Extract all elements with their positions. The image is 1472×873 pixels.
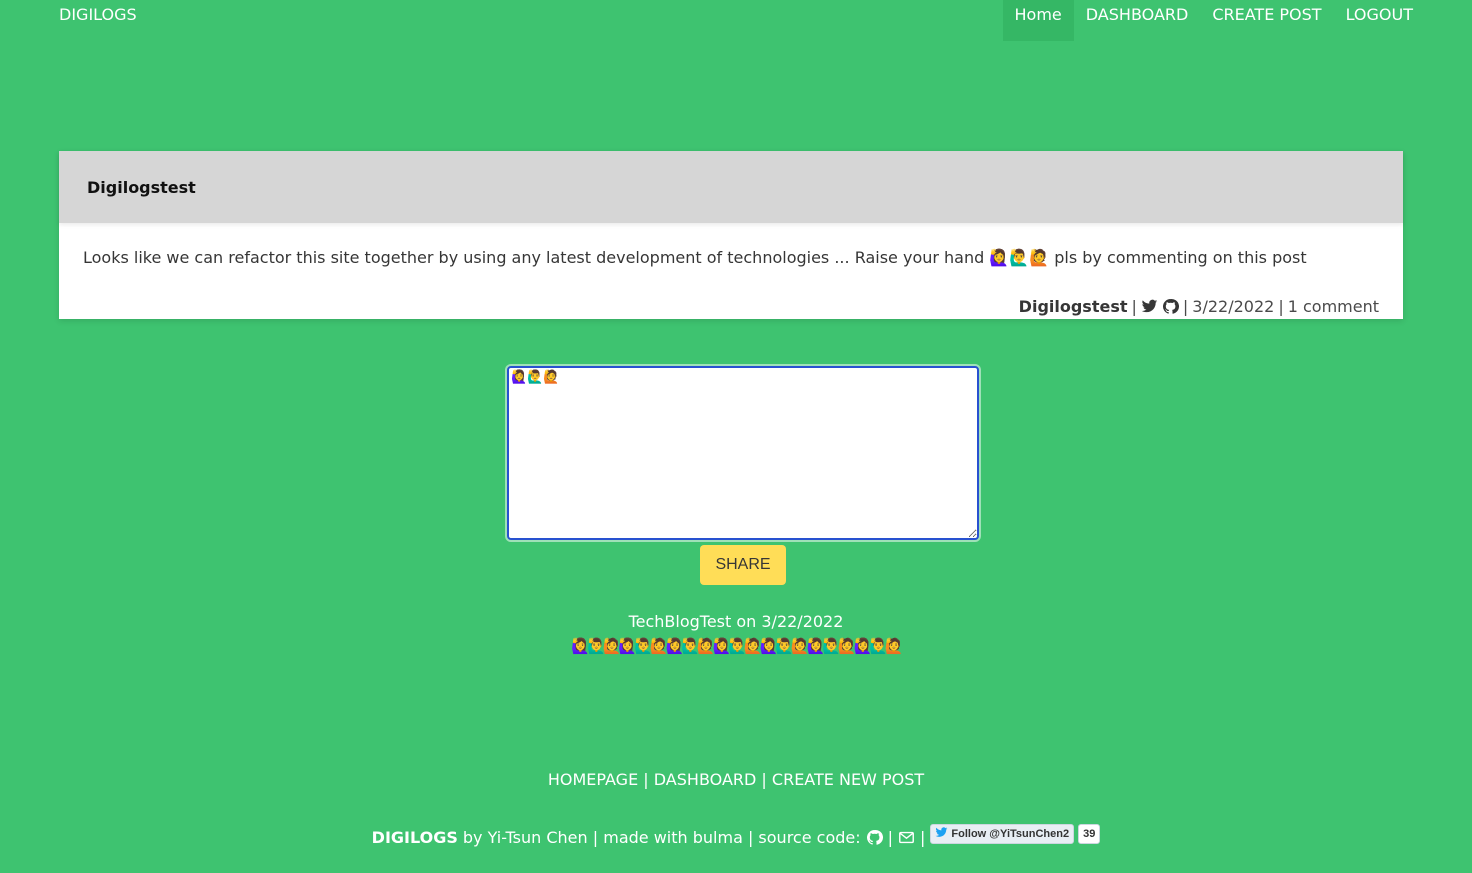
nav-menu: Home DASHBOARD CREATE POST LOGOUT [1002,0,1413,41]
comment-text: 🙋‍♀️🙋‍♂️🙋🙋‍♀️🙋‍♂️🙋🙋‍♀️🙋‍♂️🙋🙋‍♀️🙋‍♂️🙋🙋‍♀️… [571,637,903,655]
github-icon[interactable] [1162,298,1179,315]
follow-label: Follow @YiTsunChen2 [951,827,1070,840]
post-card-header: Digilogstest [59,151,1403,223]
post-date: 3/22/2022 [1192,297,1275,316]
post-meta: Digilogstest | | 3/22/2022 | 1 comment [1019,297,1379,316]
separator: | [920,828,926,847]
post-title: Digilogstest [87,177,196,197]
footer-credit: DIGILOGS by Yi-Tsun Chen | made with bul… [0,823,1472,847]
footer-link-dashboard[interactable]: DASHBOARD [654,770,757,789]
footer-link-homepage[interactable]: HOMEPAGE [548,770,638,789]
footer-links: HOMEPAGE | DASHBOARD | CREATE NEW POST [0,770,1472,789]
twitter-icon [935,826,948,842]
github-icon[interactable] [866,829,883,846]
twitter-icon[interactable] [1141,298,1158,315]
brand-link[interactable]: DIGILOGS [59,5,137,24]
footer-credit-text: by Yi-Tsun Chen | made with bulma | sour… [462,828,861,847]
mail-icon[interactable] [898,829,915,846]
comment-input[interactable] [507,366,979,540]
post-body: Looks like we can refactor this site tog… [83,248,1307,267]
twitter-follow-button[interactable]: Follow @YiTsunChen2 [930,823,1075,844]
nav-item-create-post[interactable]: CREATE POST [1200,0,1333,41]
footer-link-create-post[interactable]: CREATE NEW POST [772,770,924,789]
separator: | [761,770,767,789]
post-author[interactable]: Digilogstest [1019,297,1128,316]
nav-item-home[interactable]: Home [1002,0,1074,41]
separator: | [643,770,649,789]
separator: | [887,828,894,847]
separator: | [1131,297,1137,316]
footer-brand: DIGILOGS [371,828,458,847]
separator: | [1278,297,1284,316]
navbar: DIGILOGS Home DASHBOARD CREATE POST LOGO… [0,0,1472,41]
nav-item-logout[interactable]: LOGOUT [1334,0,1413,41]
post-card: Digilogstest Looks like we can refactor … [59,151,1403,319]
share-button[interactable]: SHARE [700,545,786,585]
separator: | [1182,297,1189,316]
follow-count: 39 [1078,823,1101,844]
post-comment-count[interactable]: 1 comment [1288,297,1379,316]
nav-item-dashboard[interactable]: DASHBOARD [1074,0,1201,41]
comment-meta: TechBlogTest on 3/22/2022 [628,612,844,631]
